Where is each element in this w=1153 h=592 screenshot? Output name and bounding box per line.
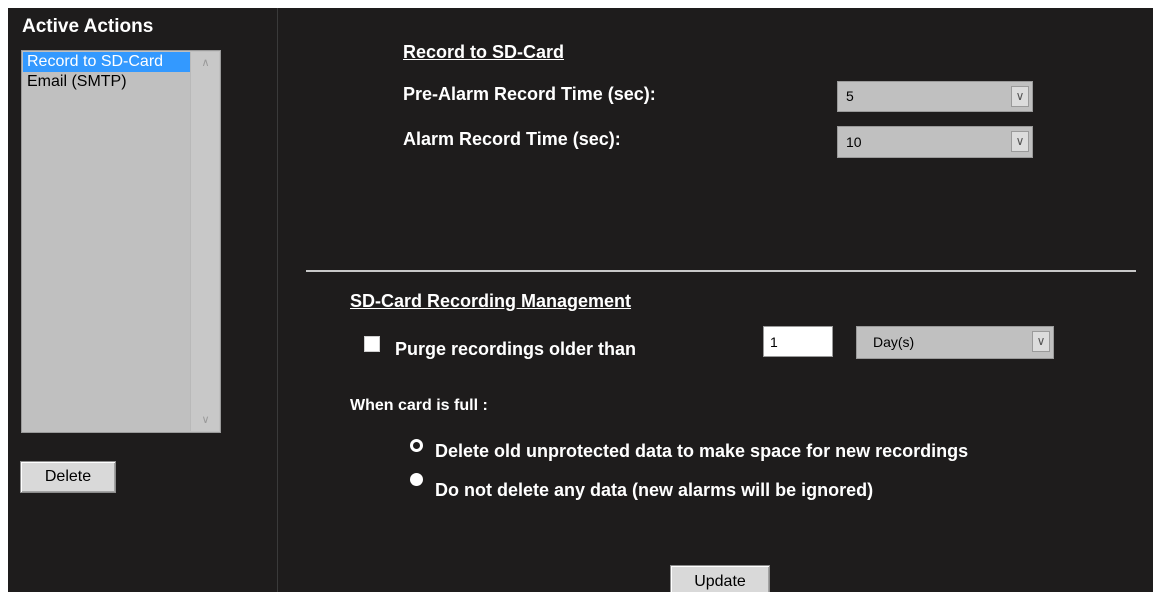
option-do-not-delete-label: Do not delete any data (new alarms will … — [435, 480, 874, 500]
listbox-scrollbar[interactable]: ∧ ∨ — [190, 52, 219, 431]
list-item-record-sd[interactable]: Record to SD-Card — [23, 52, 190, 72]
alarm-value: 10 — [846, 134, 862, 150]
update-button[interactable]: Update — [670, 565, 770, 592]
purge-unit-select[interactable]: Day(s) ∨ — [856, 326, 1054, 359]
pre-alarm-select[interactable]: 5 ∨ — [837, 81, 1033, 112]
management-section-heading: SD-Card Recording Management — [350, 291, 632, 311]
chevron-down-icon: ∨ — [1032, 331, 1050, 352]
scroll-up-icon[interactable]: ∧ — [191, 54, 220, 72]
active-actions-title: Active Actions — [22, 16, 154, 37]
card-full-label: When card is full : — [350, 397, 488, 414]
action-config-panel: Active Actions Record to SD-Card Email (… — [8, 8, 1153, 592]
purge-unit-value: Day(s) — [873, 334, 915, 350]
list-item-email-smtp[interactable]: Email (SMTP) — [23, 72, 190, 92]
option-delete-old-label: Delete old unprotected data to make spac… — [435, 441, 969, 461]
purge-checkbox[interactable] — [364, 336, 380, 352]
purge-label: Purge recordings older than — [395, 339, 637, 359]
pre-alarm-value: 5 — [846, 88, 854, 104]
active-actions-column: Active Actions Record to SD-Card Email (… — [8, 8, 278, 592]
radio-do-not-delete[interactable] — [410, 473, 423, 486]
section-divider — [306, 270, 1136, 272]
active-actions-listbox[interactable]: Record to SD-Card Email (SMTP) ∧ ∨ — [21, 50, 221, 433]
chevron-down-icon: ∨ — [1011, 131, 1029, 152]
chevron-down-icon: ∨ — [1011, 86, 1029, 107]
scroll-down-icon[interactable]: ∨ — [191, 411, 220, 429]
radio-delete-old[interactable] — [410, 439, 423, 452]
record-section-heading: Record to SD-Card — [403, 42, 565, 62]
purge-amount-input[interactable] — [763, 326, 833, 357]
alarm-label: Alarm Record Time (sec): — [403, 129, 621, 149]
pre-alarm-label: Pre-Alarm Record Time (sec): — [403, 84, 656, 104]
delete-button[interactable]: Delete — [20, 461, 116, 493]
alarm-select[interactable]: 10 ∨ — [837, 126, 1033, 158]
